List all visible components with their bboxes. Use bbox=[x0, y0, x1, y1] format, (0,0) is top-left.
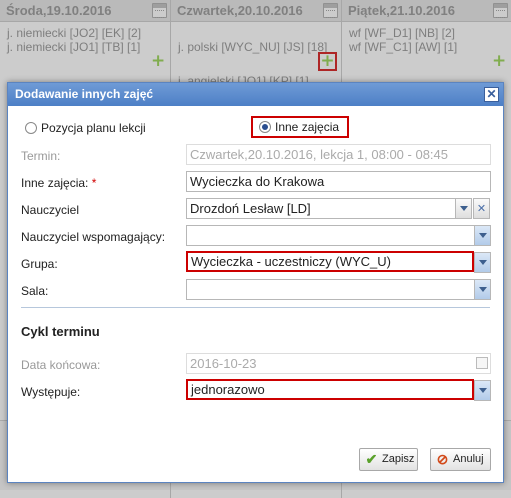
checkmark-icon: ✔ bbox=[365, 451, 378, 467]
divider bbox=[21, 307, 490, 308]
assistant-teacher-label: Nauczyciel wspomagający: bbox=[21, 230, 166, 244]
save-button[interactable]: ✔ Zapisz bbox=[359, 448, 418, 471]
other-activity-label-text: Inne zajęcia: bbox=[21, 176, 89, 190]
occurs-value: jednorazowo bbox=[191, 382, 265, 397]
occurs-dropdown[interactable] bbox=[474, 380, 491, 401]
radio-other-activity[interactable]: Inne zajęcia bbox=[251, 116, 350, 138]
group-label: Grupa: bbox=[21, 257, 58, 271]
chevron-down-icon[interactable] bbox=[475, 253, 490, 272]
term-field: Czwartek,20.10.2016, lekcja 1, 08:00 - 0… bbox=[186, 144, 491, 165]
teacher-label: Nauczyciel bbox=[21, 203, 80, 217]
end-date-field: 2016-10-23 bbox=[186, 353, 491, 374]
chevron-down-icon[interactable] bbox=[475, 381, 490, 400]
group-dropdown[interactable] bbox=[474, 252, 491, 273]
other-activity-label: Inne zajęcia: * bbox=[21, 176, 96, 190]
term-label: Termin: bbox=[21, 149, 61, 163]
end-date-value: 2016-10-23 bbox=[190, 356, 257, 371]
room-select[interactable] bbox=[186, 279, 491, 300]
occurs-label: Występuje: bbox=[21, 385, 81, 399]
required-mark: * bbox=[91, 176, 97, 190]
chevron-down-icon[interactable] bbox=[455, 199, 471, 218]
radio-label: Pozycja planu lekcji bbox=[41, 121, 146, 135]
radio-button[interactable] bbox=[25, 122, 37, 134]
teacher-select[interactable]: Drozdoń Lesław [LD] bbox=[186, 198, 472, 219]
add-other-activity-dialog: Dodawanie innych zajęć ✕ Pozycja planu l… bbox=[7, 82, 504, 483]
cancel-button[interactable]: ⊘ Anuluj bbox=[430, 448, 491, 471]
chevron-down-icon[interactable] bbox=[474, 226, 490, 245]
occurs-select[interactable]: jednorazowo bbox=[186, 379, 474, 400]
assistant-teacher-select[interactable] bbox=[186, 225, 491, 246]
cycle-section-title: Cykl terminu bbox=[21, 324, 100, 339]
radio-label: Inne zajęcia bbox=[275, 120, 340, 134]
clear-teacher-icon[interactable]: ✕ bbox=[473, 198, 490, 219]
cancel-icon: ⊘ bbox=[436, 451, 449, 467]
teacher-value: Drozdoń Lesław [LD] bbox=[190, 201, 311, 216]
radio-lesson-plan[interactable]: Pozycja planu lekcji bbox=[25, 121, 146, 135]
group-value: Wycieczka - uczestniczy (WYC_U) bbox=[191, 254, 391, 269]
other-activity-input[interactable]: Wycieczka do Krakowa bbox=[186, 171, 491, 192]
end-date-label: Data końcowa: bbox=[21, 358, 101, 372]
cancel-label: Anuluj bbox=[453, 453, 484, 465]
save-label: Zapisz bbox=[382, 453, 415, 465]
dialog-title-bar[interactable]: Dodawanie innych zajęć ✕ bbox=[8, 83, 503, 106]
dialog-title: Dodawanie innych zajęć bbox=[15, 87, 154, 101]
room-label: Sala: bbox=[21, 284, 49, 298]
close-icon[interactable]: ✕ bbox=[484, 87, 499, 102]
chevron-down-icon[interactable] bbox=[474, 280, 490, 299]
group-select[interactable]: Wycieczka - uczestniczy (WYC_U) bbox=[186, 251, 474, 272]
calendar-icon bbox=[476, 357, 488, 369]
radio-button[interactable] bbox=[259, 121, 271, 133]
